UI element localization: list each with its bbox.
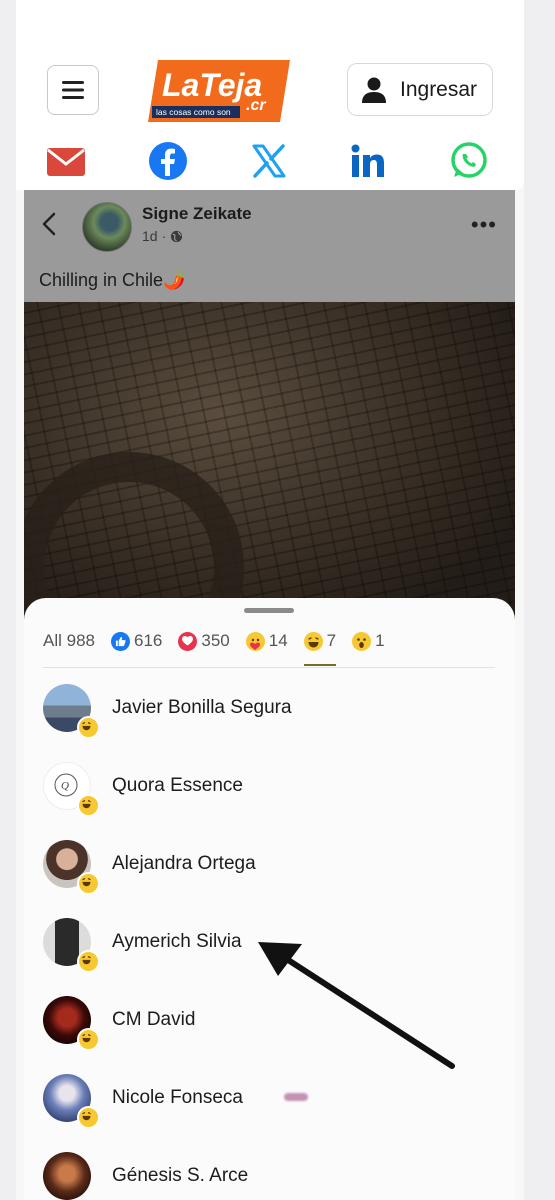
post: Signe Zeikate 1d · ••• Chilling in Chile…	[24, 190, 515, 620]
post-meta: 1d ·	[142, 228, 183, 244]
list-item[interactable]: Génesis S. Arce	[43, 1152, 495, 1200]
reactions-sheet: All 988 616 350 14 7 1 Javier Bonilla Se…	[24, 598, 515, 1200]
tab-all[interactable]: All 988	[43, 628, 95, 654]
login-button[interactable]: Ingresar	[347, 63, 493, 116]
post-time: 1d	[142, 228, 158, 244]
facebook-icon[interactable]	[147, 140, 189, 182]
tab-care[interactable]: 14	[245, 628, 288, 654]
post-photo[interactable]	[24, 302, 515, 620]
page: LaTeja .cr las cosas como son Ingresar S…	[16, 0, 524, 1200]
author-name[interactable]: Signe Zeikate	[142, 204, 252, 224]
list-item[interactable]: Alejandra Ortega	[43, 840, 495, 900]
tab-like[interactable]: 616	[110, 628, 163, 654]
haha-reaction-icon	[77, 950, 100, 973]
site-header: LaTeja .cr las cosas como son Ingresar	[16, 0, 524, 190]
meta-separator: ·	[161, 228, 167, 244]
back-icon[interactable]	[42, 212, 56, 236]
person-name: Aymerich Silvia	[112, 931, 242, 952]
list-item[interactable]: Aymerich Silvia	[43, 918, 495, 978]
tab-love[interactable]: 350	[178, 628, 230, 654]
tab-like-count: 616	[133, 631, 163, 650]
whatsapp-icon[interactable]	[448, 140, 490, 182]
haha-reaction-icon	[77, 794, 100, 817]
wow-icon	[352, 631, 372, 651]
user-icon	[362, 77, 386, 103]
svg-text:las cosas como son: las cosas como son	[156, 107, 231, 117]
haha-reaction-icon	[77, 1028, 100, 1051]
person-name: CM David	[112, 1009, 196, 1030]
linkedin-icon[interactable]	[347, 140, 389, 182]
person-name: Génesis S. Arce	[112, 1165, 249, 1186]
email-icon[interactable]	[45, 140, 87, 182]
tab-all-label: All 988	[43, 631, 95, 650]
tab-haha[interactable]: 7	[303, 628, 337, 666]
globe-icon	[171, 230, 183, 242]
photo-arch-shape	[24, 452, 244, 620]
reaction-tabs: All 988 616 350 14 7 1	[43, 628, 401, 666]
haha-reaction-icon	[77, 1106, 100, 1129]
tab-wow[interactable]: 1	[352, 628, 385, 654]
avatar	[43, 1152, 91, 1200]
haha-reaction-icon	[77, 716, 100, 739]
tab-haha-count: 7	[326, 631, 337, 650]
tabs-divider	[43, 667, 495, 668]
person-name: Nicole Fonseca	[112, 1087, 243, 1108]
person-name: Alejandra Ortega	[112, 853, 256, 874]
person-name: Javier Bonilla Segura	[112, 697, 292, 718]
care-icon	[245, 631, 265, 651]
svg-text:.cr: .cr	[246, 97, 266, 114]
more-options-icon[interactable]: •••	[471, 212, 497, 238]
list-item[interactable]: Q Quora Essence	[43, 762, 495, 822]
author-avatar[interactable]	[82, 202, 132, 252]
list-item[interactable]: Nicole Fonseca	[43, 1074, 495, 1134]
hamburger-icon	[62, 81, 84, 99]
like-icon	[110, 631, 130, 651]
sheet-drag-handle[interactable]	[244, 608, 294, 613]
list-item[interactable]: Javier Bonilla Segura	[43, 684, 495, 744]
tab-care-count: 14	[268, 631, 288, 650]
svg-text:Q: Q	[61, 780, 69, 792]
site-logo[interactable]: LaTeja .cr las cosas como son	[148, 60, 290, 122]
haha-reaction-icon	[77, 872, 100, 895]
person-name: Quora Essence	[112, 775, 243, 796]
login-label: Ingresar	[400, 77, 478, 101]
love-icon	[178, 631, 198, 651]
menu-button[interactable]	[47, 65, 99, 115]
redaction-mark	[284, 1093, 308, 1101]
haha-icon	[303, 631, 323, 651]
x-icon[interactable]	[248, 140, 290, 182]
tab-love-count: 350	[201, 631, 230, 650]
list-item[interactable]: CM David	[43, 996, 495, 1056]
post-header: Signe Zeikate 1d · ••• Chilling in Chile…	[24, 190, 515, 300]
tab-wow-count: 1	[375, 631, 385, 650]
post-caption: Chilling in Chile🌶️	[39, 270, 186, 290]
